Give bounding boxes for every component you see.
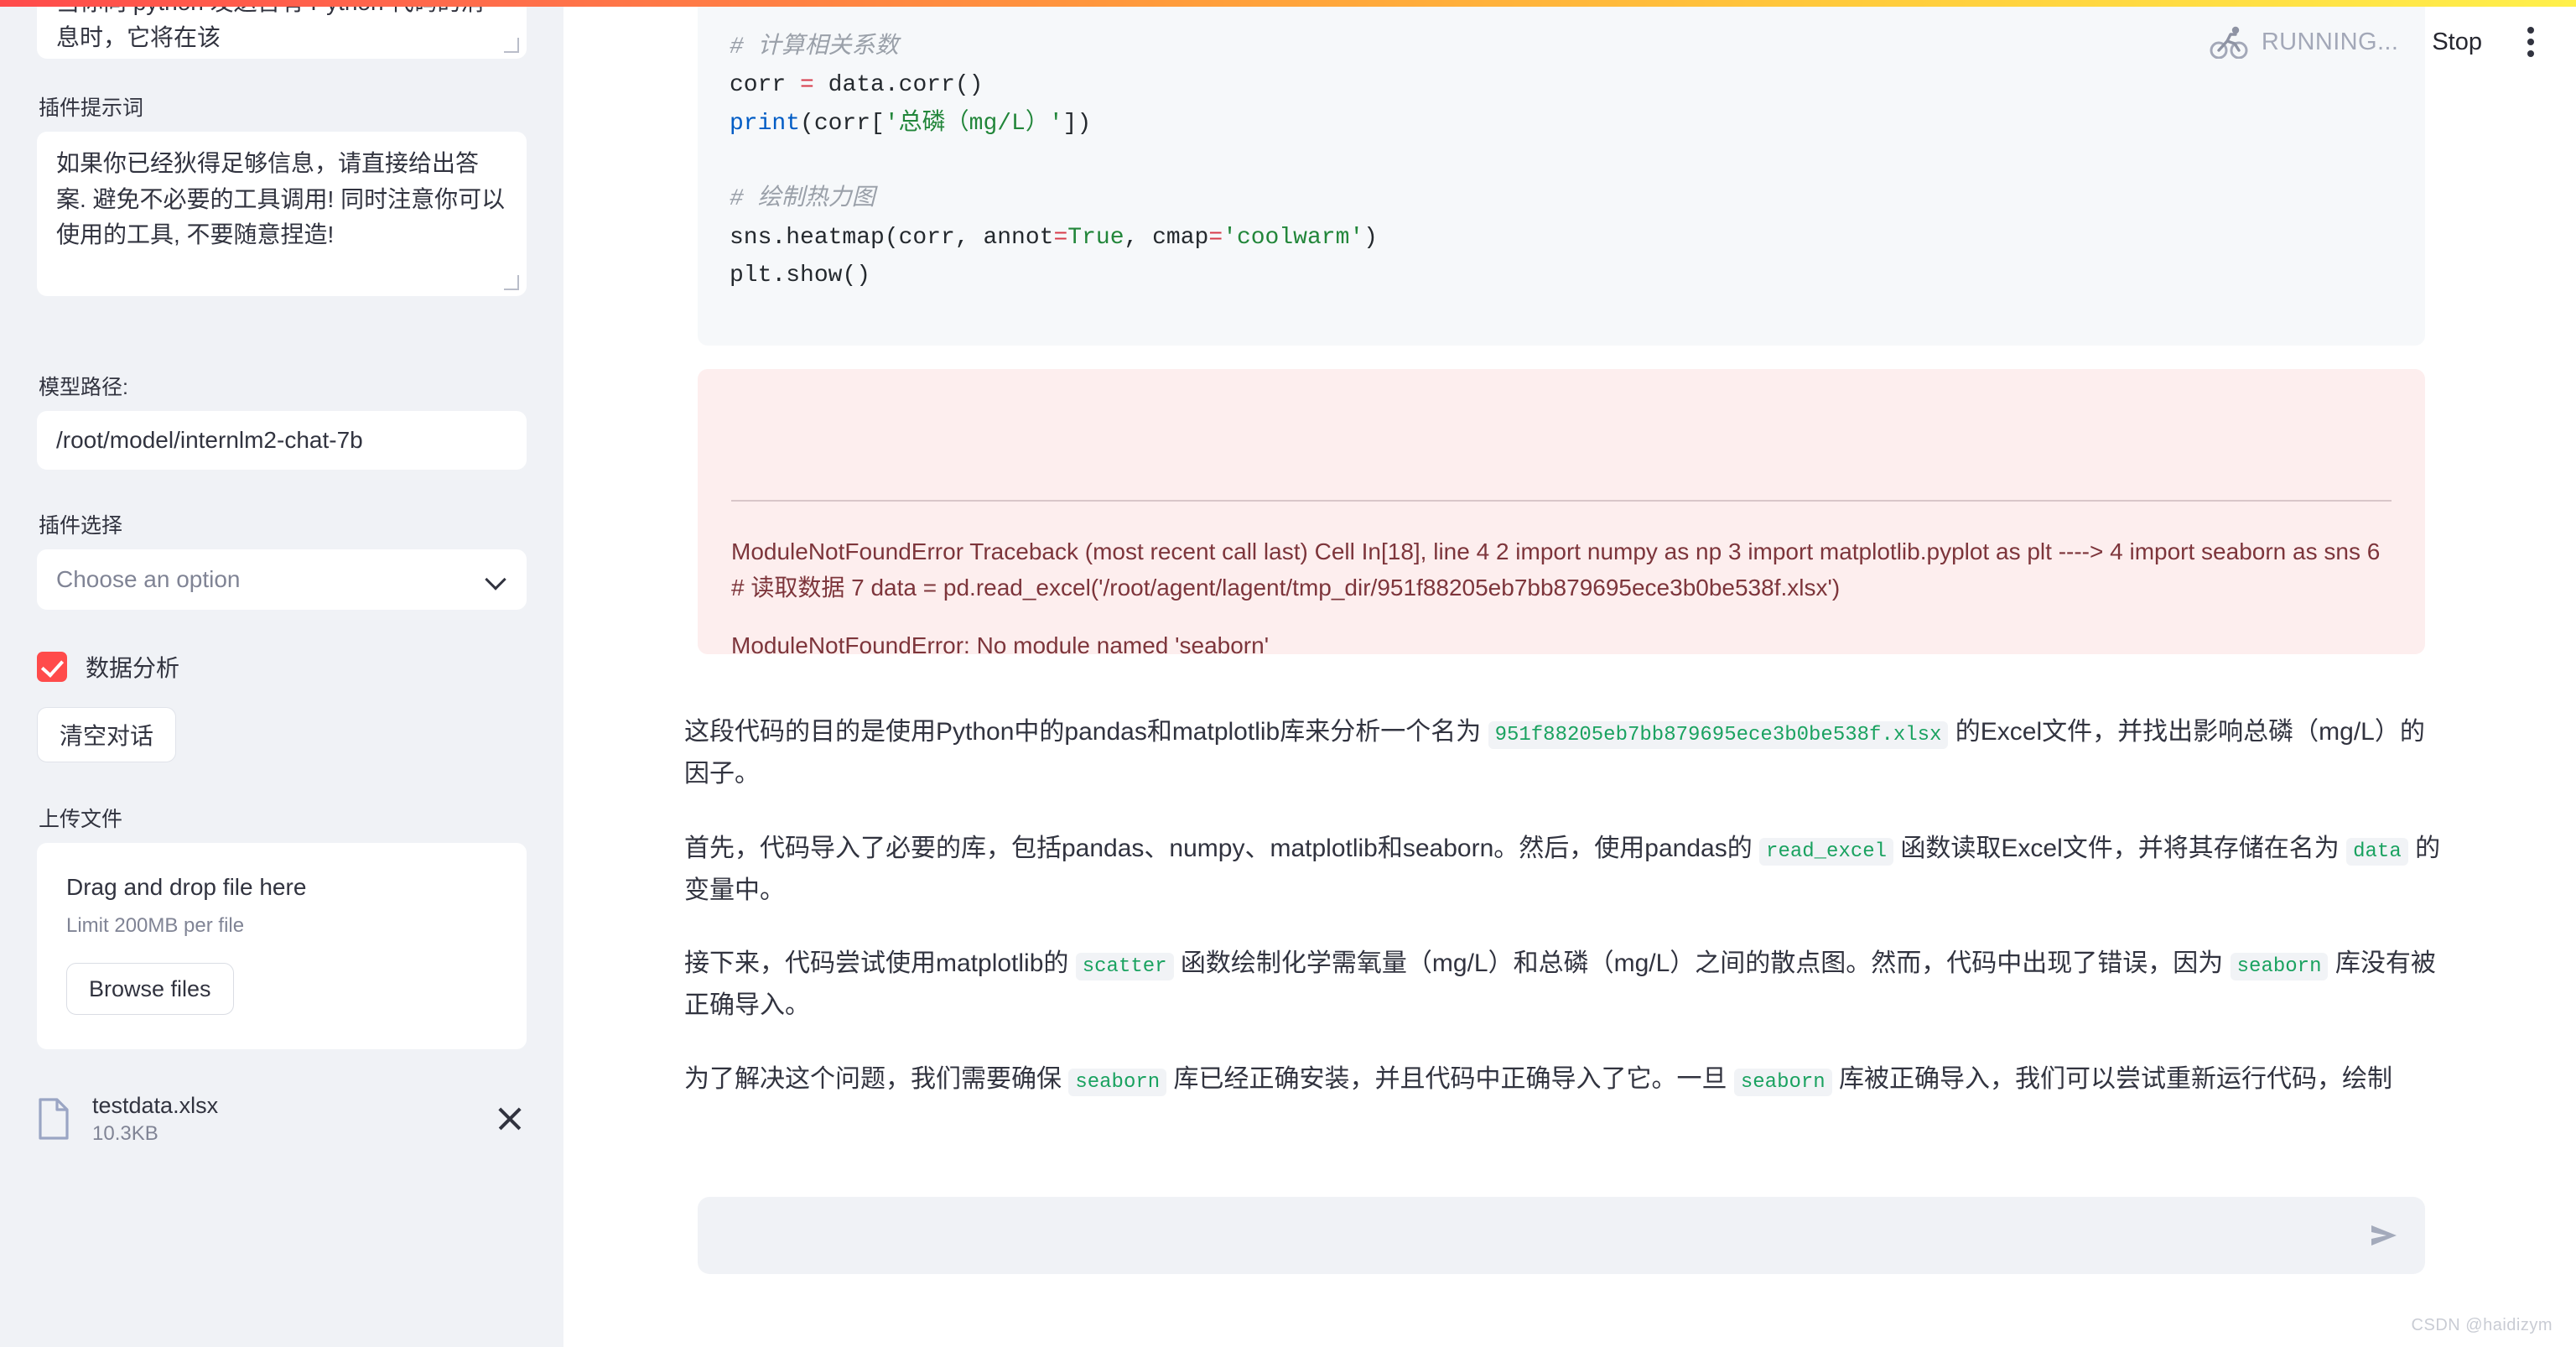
assistant-paragraph-3: 接下来，代码尝试使用matplotlib的 scatter 函数绘制化学需氧量（… — [684, 943, 2445, 1027]
inline-code: seaborn — [1068, 1069, 1167, 1096]
file-icon — [37, 1098, 70, 1141]
error-message-text: ModuleNotFoundError: No module named 'se… — [731, 632, 1270, 658]
plugin-prompt-block: 插件提示词 如果你已经狄得足够信息，请直接给出答案. 避免不必要的工具调用! 同… — [37, 94, 527, 296]
system-prompt-text: Jupyter 笔记本环境中运行 Python 代码。当你向 python 发送… — [56, 0, 485, 51]
code-comment-heatmap: # 绘制热力图 — [730, 186, 875, 213]
model-path-label: 模型路径: — [39, 376, 128, 399]
code-token: print — [730, 110, 801, 137]
checkbox-checked-icon — [37, 652, 67, 682]
assistant-paragraph-1: 这段代码的目的是使用Python中的pandas和matplotlib库来分析一… — [684, 711, 2445, 796]
error-divider — [731, 500, 2392, 502]
text-segment: 首先，代码导入了必要的库，包括pandas、numpy、matplotlib和s… — [684, 835, 1753, 862]
code-line-print: print(corr['总磷（mg/L）']) — [730, 105, 2393, 143]
sidebar: Jupyter 笔记本环境中运行 Python 代码。当你向 python 发送… — [0, 0, 564, 1347]
code-token: , cmap — [1124, 224, 1209, 251]
resize-grip-icon[interactable] — [504, 275, 519, 290]
code-token: (corr[ — [800, 110, 885, 137]
uploaded-file-meta: testdata.xlsx 10.3KB — [92, 1090, 471, 1148]
code-token: = — [1053, 224, 1068, 251]
running-progress-bar — [0, 0, 2576, 7]
code-token: True — [1067, 224, 1124, 251]
running-man-icon — [2210, 25, 2248, 60]
code-token: = — [1208, 224, 1223, 251]
status-text: RUNNING... — [2261, 28, 2399, 55]
drop-zone-limit: Limit 200MB per file — [66, 914, 245, 937]
inline-code: seaborn — [2230, 953, 2329, 980]
stop-button[interactable]: Stop — [2427, 25, 2487, 60]
text-segment: 函数绘制化学需氧量（mg/L）和总磷（mg/L）之间的散点图。然而，代码中出现了… — [1180, 949, 2224, 977]
send-icon[interactable] — [2365, 1219, 2403, 1252]
model-path-value: /root/model/internlm2-chat-7b — [56, 427, 363, 453]
chat-input[interactable] — [698, 1197, 2425, 1274]
text-segment: 这段代码的目的是使用Python中的pandas和matplotlib库来分析一… — [684, 718, 1482, 746]
text-segment: 接下来，代码尝试使用matplotlib的 — [684, 949, 1069, 977]
error-traceback-text: ModuleNotFoundError Traceback (most rece… — [731, 538, 2381, 601]
plugin-prompt-textarea[interactable]: 如果你已经狄得足够信息，请直接给出答案. 避免不必要的工具调用! 同时注意你可以… — [37, 132, 527, 296]
remove-file-close-icon[interactable] — [493, 1102, 527, 1136]
code-token: '总磷（mg/L）' — [884, 110, 1063, 137]
main-content: # 计算相关系数 corr = data.corr() print(corr['… — [564, 0, 2576, 1347]
plugin-select-value: Choose an option — [56, 566, 241, 592]
plugin-select-dropdown[interactable]: Choose an option — [37, 549, 527, 610]
plugin-prompt-value: 如果你已经狄得足够信息，请直接给出答案. 避免不必要的工具调用! 同时注意你可以… — [56, 150, 506, 248]
error-output-block: ModuleNotFoundError Traceback (most rece… — [698, 369, 2425, 658]
browse-files-button[interactable]: Browse files — [66, 963, 234, 1015]
code-token: 'coolwarm' — [1223, 224, 1364, 251]
plugin-select-label: 插件选择 — [39, 514, 123, 538]
code-line-show: plt.show() — [730, 263, 871, 289]
inline-code: 951f88205eb7bb879695ece3b0be538f.xlsx — [1488, 721, 1949, 749]
system-prompt-textarea[interactable]: Jupyter 笔记本环境中运行 Python 代码。当你向 python 发送… — [37, 0, 527, 59]
plugin-select-block: 插件选择 Choose an option — [37, 512, 527, 610]
uploaded-file-size: 10.3KB — [92, 1122, 158, 1146]
inline-code: scatter — [1075, 953, 1174, 980]
inline-code: data — [2346, 838, 2408, 866]
code-token: ) — [1363, 224, 1378, 251]
code-token: data.corr() — [828, 72, 984, 99]
code-token: corr — [730, 72, 787, 99]
watermark: CSDN @haidizym — [2411, 1316, 2553, 1334]
drop-zone-title: Drag and drop file here — [66, 874, 307, 900]
inline-code: read_excel — [1759, 838, 1894, 866]
code-token: sns.heatmap(corr, annot — [730, 224, 1054, 251]
uploaded-file-row: testdata.xlsx 10.3KB — [37, 1090, 527, 1148]
file-upload-block: 上传文件 Drag and drop file here Limit 200MB… — [37, 805, 527, 1049]
file-drop-zone[interactable]: Drag and drop file here Limit 200MB per … — [37, 843, 527, 1049]
clear-conversation-button[interactable]: 清空对话 — [37, 707, 177, 762]
assistant-paragraph-2: 首先，代码导入了必要的库，包括pandas、numpy、matplotlib和s… — [684, 828, 2445, 913]
text-segment: 为了解决这个问题，我们需要确保 — [684, 1065, 1062, 1093]
resize-grip-icon[interactable] — [504, 38, 519, 53]
data-analysis-checkbox-label: 数据分析 — [86, 655, 180, 681]
code-token: = — [786, 72, 828, 99]
model-path-input[interactable]: /root/model/internlm2-chat-7b — [37, 411, 527, 470]
running-status: RUNNING... — [2210, 25, 2399, 60]
plugin-prompt-label: 插件提示词 — [39, 96, 144, 120]
assistant-paragraph-4: 为了解决这个问题，我们需要确保 seaborn 库已经正确安装，并且代码中正确导… — [684, 1058, 2445, 1100]
model-path-block: 模型路径: /root/model/internlm2-chat-7b — [37, 373, 527, 470]
inline-code: seaborn — [1733, 1069, 1832, 1096]
text-segment: 函数读取Excel文件，并将其存储在名为 — [1900, 835, 2340, 862]
kebab-menu-icon[interactable] — [2516, 22, 2546, 62]
upload-label: 上传文件 — [39, 808, 123, 831]
chevron-down-icon — [486, 569, 507, 590]
text-segment: 库被正确导入，我们可以尝试重新运行代码，绘制 — [1839, 1065, 2393, 1093]
text-segment: 库已经正确安装，并且代码中正确导入了它。一旦 — [1173, 1065, 1727, 1093]
app-header: RUNNING... Stop — [1570, 7, 2576, 77]
code-token: ]) — [1062, 110, 1092, 137]
code-line-heatmap: sns.heatmap(corr, annot=True, cmap='cool… — [730, 219, 2393, 257]
data-analysis-checkbox[interactable]: 数据分析 — [37, 650, 179, 684]
uploaded-file-name: testdata.xlsx — [92, 1093, 219, 1118]
